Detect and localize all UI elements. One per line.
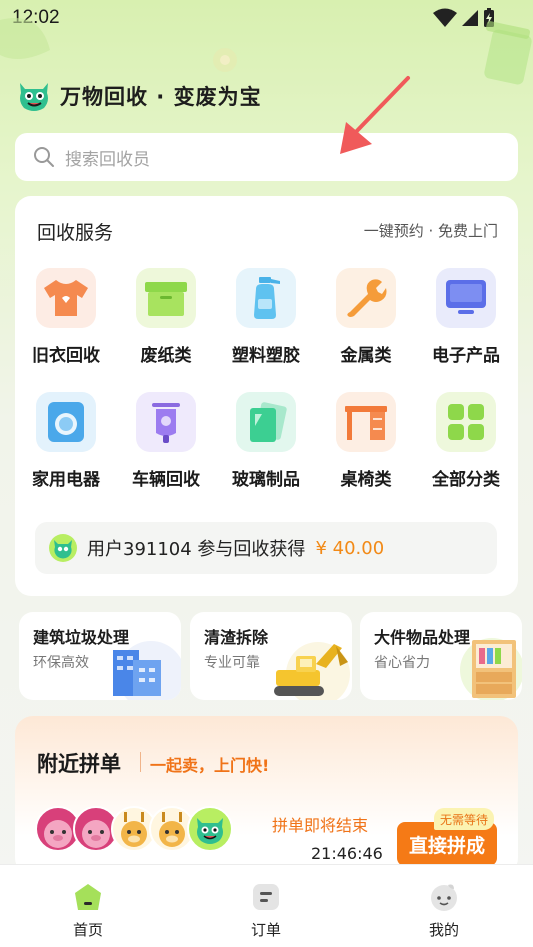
- glass-icon: [236, 392, 296, 452]
- nearby-slogan: 一起卖，上门快!: [150, 756, 270, 775]
- monitor-icon: [436, 268, 496, 328]
- tab-orders[interactable]: 订单: [206, 865, 326, 947]
- mascot-logo-icon: [20, 83, 48, 111]
- category-all[interactable]: 全部分类: [416, 392, 516, 502]
- recycle-services-card: 回收服务 一键预约 · 免费上门 旧衣回收 废纸类 塑料塑胶 金属类 电子产品: [15, 196, 518, 596]
- countdown-timer: 21:46:46: [311, 844, 383, 863]
- category-electronics[interactable]: 电子产品: [416, 268, 516, 378]
- title-divider: [140, 752, 141, 772]
- category-label: 废纸类: [140, 346, 192, 366]
- category-paper[interactable]: 废纸类: [116, 268, 216, 378]
- category-label: 家用电器: [32, 470, 100, 490]
- order-icon: [253, 884, 279, 910]
- excavator-icon: [274, 642, 350, 700]
- nav-label: 订单: [250, 921, 281, 939]
- tab-profile[interactable]: 我的: [384, 865, 504, 947]
- annotation-arrow-icon: [340, 76, 410, 154]
- promo-construction-waste[interactable]: 建筑垃圾处理 环保高效: [19, 612, 181, 700]
- category-appliances[interactable]: 家用电器: [16, 392, 116, 502]
- wrench-icon: [336, 268, 396, 328]
- desk-icon: [336, 392, 396, 452]
- scooter-icon: [136, 392, 196, 452]
- reward-ticker: 用户391104 参与回收获得 ¥ 40.00: [35, 522, 497, 574]
- search-icon: [34, 147, 54, 167]
- ticker-amount: ¥ 40.00: [315, 537, 385, 559]
- category-old-clothes[interactable]: 旧衣回收: [16, 268, 116, 378]
- category-label: 全部分类: [432, 470, 500, 490]
- promo-subtitle: 环保高效: [33, 655, 89, 671]
- search-placeholder: 搜索回收员: [65, 149, 150, 170]
- cellular-icon: [462, 10, 478, 26]
- decor-flower: [213, 48, 237, 72]
- category-furniture[interactable]: 桌椅类: [316, 392, 416, 502]
- category-label: 桌椅类: [340, 470, 392, 490]
- category-glass[interactable]: 玻璃制品: [216, 392, 316, 502]
- nav-label: 我的: [428, 921, 459, 939]
- grid-icon: [436, 392, 496, 452]
- status-bar: 12:02: [0, 0, 533, 36]
- nav-label: 首页: [72, 921, 103, 939]
- nearby-title: 附近拼单: [37, 752, 121, 776]
- app-title: 万物回收 · 变废为宝: [60, 85, 262, 109]
- wardrobe-icon: [460, 638, 522, 700]
- category-vehicles[interactable]: 车辆回收: [116, 392, 216, 502]
- buildings-icon: [113, 641, 181, 700]
- no-wait-badge: 无需等待: [434, 808, 495, 830]
- promo-subtitle: 省心省力: [374, 655, 430, 671]
- decor-bin: [484, 21, 532, 85]
- mascot-avatar-icon: [49, 534, 77, 562]
- shirt-icon: [36, 268, 96, 328]
- wifi-icon: [433, 8, 457, 27]
- services-title: 回收服务: [37, 222, 114, 244]
- promo-subtitle: 专业可靠: [204, 655, 260, 671]
- home-icon: [75, 884, 101, 910]
- tab-home[interactable]: 首页: [28, 865, 148, 947]
- promo-debris-demolition[interactable]: 清渣拆除 专业可靠: [190, 612, 352, 700]
- ticker-text: 用户391104 参与回收获得: [87, 539, 306, 560]
- category-label: 玻璃制品: [232, 470, 300, 490]
- category-label: 车辆回收: [132, 470, 200, 490]
- box-icon: [136, 268, 196, 328]
- category-metal[interactable]: 金属类: [316, 268, 416, 378]
- bottle-icon: [236, 268, 296, 328]
- app-header: 万物回收 · 变废为宝: [16, 78, 262, 114]
- bottom-nav: 首页 订单 我的: [0, 864, 533, 947]
- decor-leaf-left: [0, 18, 50, 59]
- promo-title: 清渣拆除: [204, 628, 269, 647]
- services-subtitle: 一键预约 · 免费上门: [363, 222, 498, 240]
- washer-icon: [36, 392, 96, 452]
- avatar: [187, 806, 233, 852]
- category-label: 电子产品: [432, 346, 500, 366]
- nearby-group-card: 附近拼单 一起卖，上门快! 拼单即将结束 21:46:46 直接拼成 无需等待: [15, 716, 518, 876]
- category-label: 塑料塑胶: [232, 346, 300, 366]
- category-label: 旧衣回收: [32, 346, 100, 366]
- profile-icon: [431, 884, 457, 911]
- group-status: 拼单即将结束: [272, 816, 369, 835]
- category-plastic[interactable]: 塑料塑胶: [216, 268, 316, 378]
- promo-bulky-items[interactable]: 大件物品处理 省心省力: [360, 612, 522, 700]
- category-label: 金属类: [340, 346, 392, 366]
- search-input[interactable]: 搜索回收员: [15, 133, 518, 181]
